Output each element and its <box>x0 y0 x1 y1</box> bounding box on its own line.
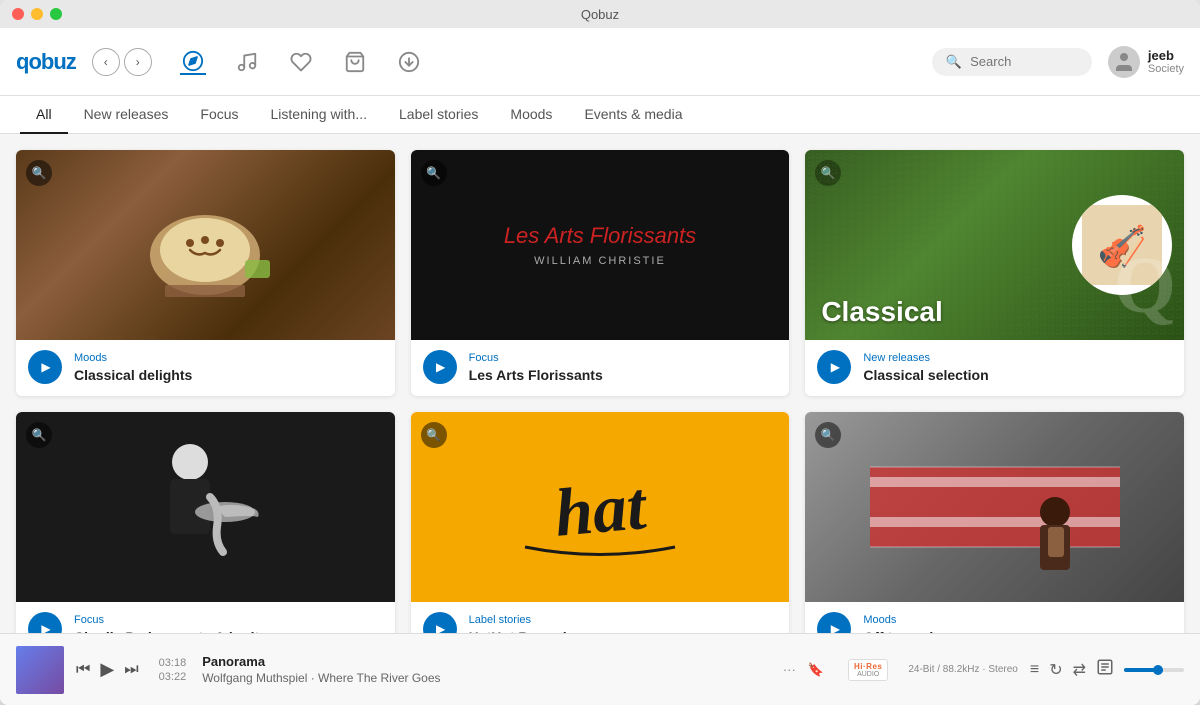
card-image-hathut: 🔍 hat <box>411 412 790 602</box>
nav-music[interactable] <box>234 49 260 75</box>
card-hathut: 🔍 hat ▶ Label stories HatHut Records <box>411 412 790 633</box>
rewind-button[interactable]: ⏮ <box>76 661 90 679</box>
quality-detail: 24-Bit / 88.2kHz · Stereo <box>908 664 1018 675</box>
tab-all[interactable]: All <box>20 96 68 134</box>
content-area: 🔍 ▶ <box>0 134 1200 633</box>
card-info: ▶ Focus Charlie Parker, roots & heritage <box>16 602 395 633</box>
volume-control[interactable] <box>1124 668 1184 672</box>
search-box[interactable]: 🔍 <box>932 48 1092 76</box>
more-options-button[interactable]: ··· <box>779 658 800 681</box>
main-nav <box>180 49 422 75</box>
user-name: jeeb <box>1148 48 1184 63</box>
nav-favorites[interactable] <box>288 49 314 75</box>
shuffle-button[interactable]: ⇄ <box>1073 660 1086 680</box>
forward-button[interactable]: › <box>124 48 152 76</box>
zoom-icon: 🔍 <box>421 422 447 448</box>
card-image-classical: 🔍 🎻 Q Classical <box>805 150 1184 340</box>
player-right-controls: ≡ ↻ ⇄ <box>1030 658 1184 681</box>
repeat-button[interactable]: ↻ <box>1049 660 1062 680</box>
card-category: Moods <box>863 614 1172 626</box>
avatar <box>1108 46 1140 78</box>
card-grid: 🔍 ▶ <box>16 150 1184 633</box>
close-button[interactable] <box>12 8 24 20</box>
tab-label-stories[interactable]: Label stories <box>383 96 494 134</box>
minimize-button[interactable] <box>31 8 43 20</box>
card-info: ▶ Focus Les Arts Florissants <box>411 340 790 396</box>
card-charlie-parker: 🔍 ▶ Focus <box>16 412 395 633</box>
search-input[interactable] <box>970 54 1070 69</box>
card-image-jazz: 🔍 <box>16 412 395 602</box>
lyrics-button[interactable] <box>1096 658 1114 681</box>
user-menu[interactable]: jeeb Society <box>1108 46 1184 78</box>
time-elapsed: 03:18 <box>159 657 187 669</box>
nav-explore[interactable] <box>180 49 206 75</box>
window-controls <box>12 8 62 20</box>
svg-text:hat: hat <box>552 467 651 551</box>
card-category: Moods <box>74 352 383 364</box>
card-les-arts: 🔍 Les Arts Florissants WILLIAM CHRISTIE … <box>411 150 790 396</box>
artist-album: Wolfgang Muthspiel · Where The River Goe… <box>202 671 759 685</box>
nav-downloads[interactable] <box>396 49 422 75</box>
user-icon <box>1112 50 1136 74</box>
add-to-collection-button[interactable]: 🔖 <box>804 658 828 682</box>
volume-track <box>1124 668 1184 672</box>
tab-listening-with[interactable]: Listening with... <box>255 96 384 134</box>
play-pause-button[interactable]: ▶ <box>100 659 114 680</box>
maximize-button[interactable] <box>50 8 62 20</box>
card-image-metro: 🔍 <box>805 412 1184 602</box>
card-off-to-work: 🔍 <box>805 412 1184 633</box>
card-category: Label stories <box>469 614 778 626</box>
app-logo: qobuz <box>16 49 76 75</box>
player-bar: ⏮ ▶ ⏭ 03:18 03:22 Panorama Wolfgang Muth… <box>0 633 1200 705</box>
player-times: 03:18 03:22 <box>159 657 187 683</box>
user-subscription: Society <box>1148 63 1184 75</box>
track-name: Panorama <box>202 654 759 669</box>
card-info: ▶ Label stories HatHut Records <box>411 602 790 633</box>
top-bar: qobuz ‹ › <box>0 28 1200 96</box>
zoom-icon: 🔍 <box>421 160 447 186</box>
zoom-icon: 🔍 <box>26 422 52 448</box>
player-track-info: Panorama Wolfgang Muthspiel · Where The … <box>202 654 759 685</box>
card-info: ▶ New releases Classical selection <box>805 340 1184 396</box>
player-thumbnail <box>16 646 64 694</box>
card-info: ▶ Moods Off to work <box>805 602 1184 633</box>
nav-store[interactable] <box>342 49 368 75</box>
zoom-icon: 🔍 <box>815 422 841 448</box>
card-classical-selection: 🔍 🎻 Q Classical <box>805 150 1184 396</box>
play-button-classical-selection[interactable]: ▶ <box>817 350 851 384</box>
window-title: Qobuz <box>581 7 619 22</box>
card-image-coffee: 🔍 <box>16 150 395 340</box>
title-bar: Qobuz <box>0 0 1200 28</box>
search-icon: 🔍 <box>946 54 962 70</box>
play-button-hathut[interactable]: ▶ <box>423 612 457 633</box>
fast-forward-button[interactable]: ⏭ <box>124 661 138 679</box>
queue-button[interactable]: ≡ <box>1030 661 1039 679</box>
play-button-off-to-work[interactable]: ▶ <box>817 612 851 633</box>
nav-arrows: ‹ › <box>92 48 152 76</box>
card-title: Classical selection <box>863 367 1172 383</box>
card-classical-delights: 🔍 ▶ <box>16 150 395 396</box>
card-category: Focus <box>74 614 383 626</box>
player-controls: ⏮ ▶ ⏭ <box>76 659 139 680</box>
hires-badge: Hi·Res AUDIO <box>848 659 888 681</box>
card-title: Classical delights <box>74 367 383 383</box>
tab-focus[interactable]: Focus <box>184 96 254 134</box>
card-title: Les Arts Florissants <box>469 367 778 383</box>
play-button-classical-delights[interactable]: ▶ <box>28 350 62 384</box>
back-button[interactable]: ‹ <box>92 48 120 76</box>
play-button-charlie-parker[interactable]: ▶ <box>28 612 62 633</box>
card-info: ▶ Moods Classical delights <box>16 340 395 396</box>
zoom-icon: 🔍 <box>26 160 52 186</box>
card-category: New releases <box>863 352 1172 364</box>
card-category: Focus <box>469 352 778 364</box>
tab-new-releases[interactable]: New releases <box>68 96 185 134</box>
player-actions: ··· 🔖 <box>779 658 828 682</box>
tab-bar: All New releases Focus Listening with...… <box>0 96 1200 134</box>
play-button-les-arts[interactable]: ▶ <box>423 350 457 384</box>
card-image-arts: 🔍 Les Arts Florissants WILLIAM CHRISTIE <box>411 150 790 340</box>
tab-events-media[interactable]: Events & media <box>568 96 698 134</box>
tab-moods[interactable]: Moods <box>494 96 568 134</box>
time-total: 03:22 <box>159 671 187 683</box>
